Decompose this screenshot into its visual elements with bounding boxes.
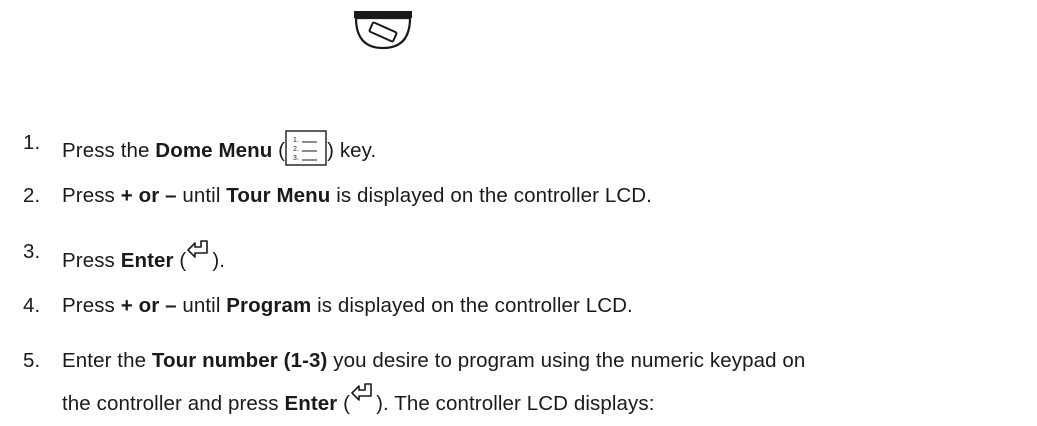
step-text-part: is displayed on the controller LCD.: [330, 184, 652, 207]
menu-icon-label: 2.: [293, 146, 299, 153]
menu-icon-label: 3.: [293, 155, 299, 162]
step-text-part: (: [337, 392, 351, 415]
step-text: the controller and press Enter ( ). The …: [62, 382, 655, 417]
step-text-part: the controller and press: [62, 392, 285, 415]
plus-key: +: [120, 184, 133, 207]
or-minus-key: or –: [132, 294, 177, 317]
instruction-page: 1. Press the Dome Menu ( 1. 2. 3. ) key.…: [0, 0, 1037, 426]
step-text-part: Press: [62, 249, 121, 272]
step-text-part: (: [272, 139, 286, 162]
step-text: Press + or – until Program is displayed …: [62, 293, 633, 319]
step-text-part: Press the: [62, 139, 156, 162]
step-text-part: you desire to program using the numeric …: [327, 349, 806, 372]
key-name: Tour Menu: [226, 184, 331, 207]
enter-key-icon: [187, 240, 209, 258]
step-number: 4.: [23, 294, 41, 317]
step-text-part: until: [176, 184, 227, 207]
step-text: Press the Dome Menu ( 1. 2. 3. ) key.: [62, 130, 376, 166]
enter-key-icon: [351, 383, 372, 401]
step-text-part: is displayed on the controller LCD.: [311, 294, 633, 317]
step-text-part: Press: [62, 294, 121, 317]
step-text: Press Enter ( ).: [62, 239, 225, 274]
dome-icon: [354, 11, 412, 50]
plus-key: +: [120, 294, 133, 317]
menu-icon-label: 1.: [293, 137, 299, 144]
step-number: 1.: [23, 131, 41, 154]
step-text-part: Press: [62, 184, 121, 207]
or-minus-key: or –: [132, 184, 177, 207]
step-number: 3.: [23, 240, 41, 263]
key-name: Tour number (1-3): [151, 349, 328, 372]
key-name: Dome Menu: [155, 139, 273, 162]
step-text: Press + or – until Tour Menu is displaye…: [62, 183, 652, 209]
step-number: 2.: [23, 184, 41, 207]
step-text-part: ).: [212, 249, 226, 272]
step-number: 5.: [23, 349, 41, 372]
step-text-part: Enter the: [62, 349, 152, 372]
key-name: Enter: [284, 392, 338, 415]
key-name: Enter: [120, 249, 174, 272]
step-text: Enter the Tour number (1-3) you desire t…: [62, 348, 805, 374]
step-text-part: ). The controller LCD displays:: [376, 392, 655, 415]
step-text-part: (: [173, 249, 187, 272]
step-text-part: until: [176, 294, 227, 317]
key-name: Program: [226, 294, 312, 317]
menu-list-icon: 1. 2. 3.: [285, 130, 327, 166]
step-text-part: ) key.: [327, 139, 377, 162]
